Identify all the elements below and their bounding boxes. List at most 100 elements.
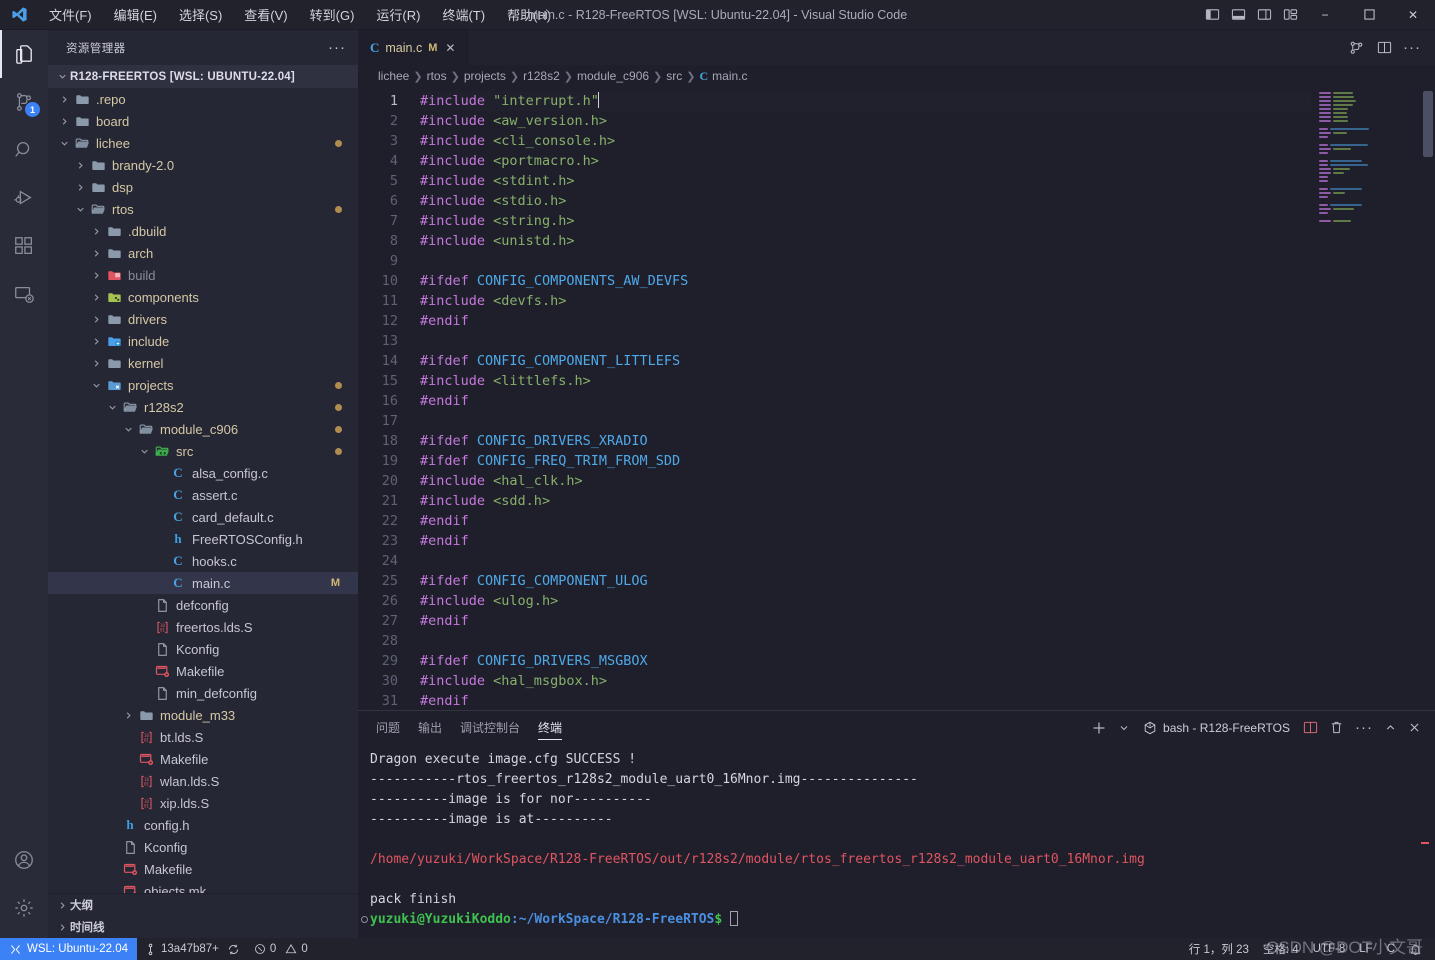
- tree-file-row[interactable]: 1001freertos.lds.S: [48, 616, 358, 638]
- menu-help[interactable]: 帮助(H): [496, 1, 562, 28]
- tree-file-row[interactable]: objects.mk: [48, 880, 358, 893]
- menu-selection[interactable]: 选择(S): [168, 1, 233, 28]
- activity-extensions[interactable]: [0, 222, 48, 270]
- code-line[interactable]: [420, 251, 1311, 271]
- chevron-up-icon[interactable]: [1380, 711, 1401, 744]
- status-eol[interactable]: LF: [1352, 938, 1379, 960]
- terminal-prompt[interactable]: yuzuki@YuzukiKoddo:~/WorkSpace/R128-Free…: [370, 910, 1435, 930]
- source-control-compare-icon[interactable]: [1343, 30, 1369, 65]
- code-line[interactable]: #include <string.h>: [420, 211, 1311, 231]
- new-terminal-icon[interactable]: [1087, 711, 1111, 744]
- code-line[interactable]: #endif: [420, 511, 1311, 531]
- split-terminal-icon[interactable]: [1299, 711, 1322, 744]
- status-cursor-position[interactable]: 行 1，列 23: [1182, 938, 1256, 960]
- breadcrumb-item[interactable]: lichee: [378, 69, 409, 83]
- close-panel-icon[interactable]: [1404, 711, 1425, 744]
- tree-file-row[interactable]: Calsa_config.c: [48, 462, 358, 484]
- editor-more-actions-icon[interactable]: ···: [1399, 30, 1425, 65]
- toggle-primary-sidebar-icon[interactable]: [1199, 0, 1225, 30]
- sidebar-section-timeline[interactable]: 时间线: [48, 916, 358, 938]
- activity-run-debug[interactable]: [0, 174, 48, 222]
- code-line[interactable]: #ifdef CONFIG_DRIVERS_MSGBOX: [420, 651, 1311, 671]
- breadcrumb-item[interactable]: projects: [464, 69, 506, 83]
- tree-folder-row[interactable]: build: [48, 264, 358, 286]
- code-line[interactable]: #include <hal_msgbox.h>: [420, 671, 1311, 691]
- tree-file-row[interactable]: Makefile: [48, 660, 358, 682]
- tree-file-row[interactable]: 1001bt.lds.S: [48, 726, 358, 748]
- tree-folder-row[interactable]: lichee: [48, 132, 358, 154]
- tree-folder-row[interactable]: kernel: [48, 352, 358, 374]
- minimap[interactable]: [1311, 87, 1421, 710]
- file-tree[interactable]: .repoboardlicheebrandy-2.0dsprtos.dbuild…: [48, 88, 358, 893]
- code-line[interactable]: #include <stdint.h>: [420, 171, 1311, 191]
- menu-bar[interactable]: 文件(F) 编辑(E) 选择(S) 查看(V) 转到(G) 运行(R) 终端(T…: [38, 1, 562, 28]
- tree-file-row[interactable]: Makefile: [48, 858, 358, 880]
- code-line[interactable]: [420, 331, 1311, 351]
- tree-folder-row[interactable]: dsp: [48, 176, 358, 198]
- status-language-mode[interactable]: C: [1380, 938, 1402, 960]
- code-editor[interactable]: 1234567891011121314151617181920212223242…: [358, 87, 1435, 710]
- status-problems[interactable]: 0 0: [247, 938, 315, 960]
- activity-accounts[interactable]: [0, 836, 48, 884]
- code-line[interactable]: #endif: [420, 531, 1311, 551]
- code-line[interactable]: #endif: [420, 311, 1311, 331]
- workspace-root-row[interactable]: R128-FREERTOS [WSL: UBUNTU-22.04]: [48, 65, 358, 88]
- code-line[interactable]: #include <aw_version.h>: [420, 111, 1311, 131]
- activity-source-control[interactable]: 1: [0, 78, 48, 126]
- activity-search[interactable]: [0, 126, 48, 174]
- code-line[interactable]: #include <littlefs.h>: [420, 371, 1311, 391]
- tree-file-row[interactable]: Makefile: [48, 748, 358, 770]
- code-scroll-area[interactable]: 1234567891011121314151617181920212223242…: [358, 87, 1311, 710]
- tree-folder-row[interactable]: .dbuild: [48, 220, 358, 242]
- code-line[interactable]: [420, 411, 1311, 431]
- activity-explorer[interactable]: [0, 30, 48, 78]
- panel-tab-problems[interactable]: 问题: [376, 711, 400, 744]
- tree-folder-row[interactable]: brandy-2.0: [48, 154, 358, 176]
- explorer-more-actions-icon[interactable]: ···: [328, 39, 346, 56]
- tree-file-row[interactable]: 1001xip.lds.S: [48, 792, 358, 814]
- editor-vertical-scrollbar[interactable]: [1421, 87, 1435, 710]
- tree-folder-row[interactable]: r128s2: [48, 396, 358, 418]
- sidebar-section-outline[interactable]: 大纲: [48, 894, 358, 916]
- tree-folder-row[interactable]: module_c906: [48, 418, 358, 440]
- status-remote-indicator[interactable]: WSL: Ubuntu-22.04: [0, 938, 137, 960]
- code-line[interactable]: #include <ulog.h>: [420, 591, 1311, 611]
- activity-remote-explorer[interactable]: [0, 270, 48, 318]
- breadcrumb-item[interactable]: src: [666, 69, 682, 83]
- status-notifications-bell-icon[interactable]: [1402, 938, 1429, 960]
- active-terminal-name[interactable]: bash - R128-FreeRTOS: [1137, 721, 1296, 735]
- tree-file-row[interactable]: min_defconfig: [48, 682, 358, 704]
- terminal-output[interactable]: Dragon execute image.cfg SUCCESS !------…: [358, 744, 1435, 938]
- tree-folder-row[interactable]: drivers: [48, 308, 358, 330]
- code-line[interactable]: #ifdef CONFIG_COMPONENT_LITTLEFS: [420, 351, 1311, 371]
- tree-file-row[interactable]: Kconfig: [48, 836, 358, 858]
- tree-file-row[interactable]: Chooks.c: [48, 550, 358, 572]
- code-line[interactable]: [420, 551, 1311, 571]
- tree-folder-row[interactable]: .repo: [48, 88, 358, 110]
- tree-file-row[interactable]: Kconfig: [48, 638, 358, 660]
- tree-folder-row[interactable]: components: [48, 286, 358, 308]
- tree-folder-row[interactable]: projects: [48, 374, 358, 396]
- tree-folder-row[interactable]: arch: [48, 242, 358, 264]
- tree-file-row[interactable]: hFreeRTOSConfig.h: [48, 528, 358, 550]
- code-line[interactable]: #include <cli_console.h>: [420, 131, 1311, 151]
- code-content[interactable]: #include "interrupt.h"#include <aw_versi…: [410, 87, 1311, 710]
- code-line[interactable]: [420, 631, 1311, 651]
- tab-main-c[interactable]: C main.c M ✕: [358, 30, 468, 65]
- tree-file-row[interactable]: hconfig.h: [48, 814, 358, 836]
- tree-file-row[interactable]: Cassert.c: [48, 484, 358, 506]
- menu-file[interactable]: 文件(F): [38, 1, 103, 28]
- status-indentation[interactable]: 空格: 4: [1256, 938, 1306, 960]
- breadcrumb-item[interactable]: rtos: [427, 69, 447, 83]
- tree-folder-row[interactable]: module_m33: [48, 704, 358, 726]
- tree-file-row[interactable]: 1001wlan.lds.S: [48, 770, 358, 792]
- panel-more-actions-icon[interactable]: ···: [1351, 711, 1377, 744]
- code-line[interactable]: #include <devfs.h>: [420, 291, 1311, 311]
- menu-view[interactable]: 查看(V): [233, 1, 298, 28]
- code-line[interactable]: #endif: [420, 611, 1311, 631]
- code-line[interactable]: #endif: [420, 391, 1311, 411]
- code-line[interactable]: #ifdef CONFIG_COMPONENT_ULOG: [420, 571, 1311, 591]
- panel-tab-debug-console[interactable]: 调试控制台: [460, 711, 520, 744]
- chevron-down-icon[interactable]: [1114, 711, 1134, 744]
- breadcrumb-item[interactable]: r128s2: [523, 69, 560, 83]
